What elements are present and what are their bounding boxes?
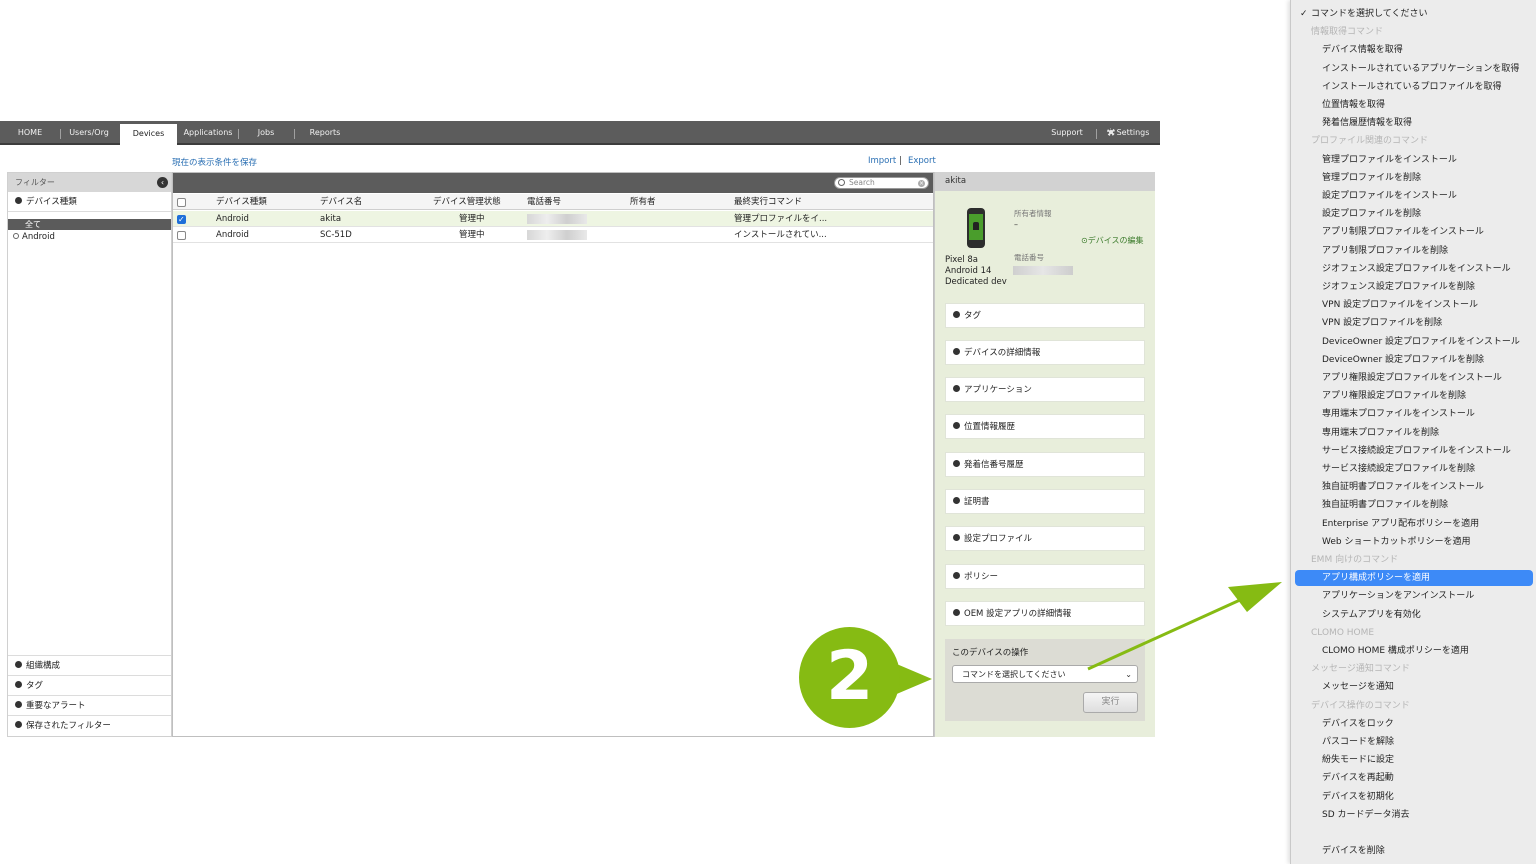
menu-item[interactable]: 独自証明書プロファイルを削除 [1291, 497, 1536, 513]
menu-item[interactable]: ジオフェンス設定プロファイルをインストール [1291, 261, 1536, 277]
menu-group-header: 情報取得コマンド [1311, 27, 1384, 38]
menu-item[interactable]: 専用端末プロファイルを削除 [1291, 425, 1536, 441]
menu-item[interactable]: デバイスを再起動 [1291, 770, 1536, 786]
menu-item[interactable]: 位置情報を取得 [1291, 97, 1536, 113]
menu-item[interactable]: 管理プロファイルをインストール [1291, 152, 1536, 168]
menu-item[interactable]: サービス接続設定プロファイルを削除 [1291, 461, 1536, 477]
menu-item[interactable]: 管理プロファイルを削除 [1291, 170, 1536, 186]
arrow-line [1087, 598, 1241, 671]
menu-item[interactable]: Enterprise アプリ配布ポリシーを適用 [1291, 516, 1536, 532]
menu-group-header: CLOMO HOME [1311, 627, 1375, 638]
menu-item[interactable]: 専用端末プロファイルをインストール [1291, 406, 1536, 422]
menu-item[interactable]: インストールされているアプリケーションを取得 [1291, 61, 1536, 77]
menu-item[interactable]: デバイス情報を取得 [1291, 42, 1536, 58]
menu-group-header: デバイス操作のコマンド [1311, 700, 1410, 711]
menu-group-header: プロファイル関連のコマンド [1311, 136, 1429, 147]
menu-item[interactable]: CLOMO HOME 構成ポリシーを適用 [1291, 643, 1536, 659]
menu-group-header: メッセージ通知コマンド [1311, 664, 1410, 675]
menu-item[interactable]: DeviceOwner 設定プロファイルをインストール [1291, 334, 1536, 350]
menu-item[interactable]: デバイスを削除 [1291, 843, 1536, 859]
menu-item[interactable]: 独自証明書プロファイルをインストール [1291, 479, 1536, 495]
menu-item[interactable]: アプリ構成ポリシーを適用 [1295, 570, 1533, 587]
menu-item[interactable]: アプリ権限設定プロファイルをインストール [1291, 370, 1536, 386]
menu-item[interactable]: 設定プロファイルをインストール [1291, 188, 1536, 204]
menu-item[interactable]: 発着信履歴情報を取得 [1291, 115, 1536, 131]
menu-item[interactable]: アプリ制限プロファイルをインストール [1291, 224, 1536, 240]
menu-item[interactable]: 紛失モードに設定 [1291, 752, 1536, 768]
menu-item[interactable]: アプリケーションをアンインストール [1291, 588, 1536, 604]
menu-item[interactable]: システムアプリを有効化 [1291, 607, 1536, 623]
menu-item[interactable]: メッセージを通知 [1291, 679, 1536, 695]
menu-item[interactable]: ジオフェンス設定プロファイルを削除 [1291, 279, 1536, 295]
menu-item[interactable]: サービス接続設定プロファイルをインストール [1291, 443, 1536, 459]
menu-item[interactable]: デバイスをロック [1291, 716, 1536, 732]
menu-item[interactable]: アプリ制限プロファイルを削除 [1291, 243, 1536, 259]
menu-item[interactable]: 設定プロファイルを削除 [1291, 206, 1536, 222]
menu-group-header: EMM 向けのコマンド [1311, 555, 1399, 565]
menu-item[interactable]: インストールされているプロファイルを取得 [1291, 79, 1536, 95]
menu-item[interactable]: Web ショートカットポリシーを適用 [1291, 534, 1536, 550]
menu-item[interactable]: コマンドを選択してください [1291, 6, 1536, 22]
menu-item[interactable]: VPN 設定プロファイルを削除 [1291, 315, 1536, 331]
command-dropdown-menu: コマンドを選択してください情報取得コマンドデバイス情報を取得インストールされてい… [1290, 0, 1536, 864]
menu-item[interactable]: DeviceOwner 設定プロファイルを削除 [1291, 352, 1536, 368]
menu-spacer [1291, 825, 1536, 841]
menu-item[interactable]: パスコードを解除 [1291, 734, 1536, 750]
menu-item[interactable]: VPN 設定プロファイルをインストール [1291, 297, 1536, 313]
menu-item[interactable]: アプリ権限設定プロファイルを削除 [1291, 388, 1536, 404]
arrow-head [1228, 582, 1282, 612]
menu-item[interactable]: デバイスを初期化 [1291, 789, 1536, 805]
menu-item[interactable]: SD カードデータ消去 [1291, 807, 1536, 823]
